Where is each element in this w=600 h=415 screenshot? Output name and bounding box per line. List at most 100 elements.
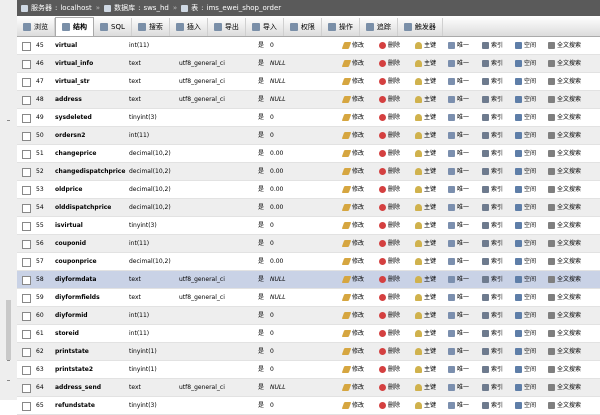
drop-link[interactable]: 删除 [379,343,400,360]
fulltext-link[interactable]: 全文搜索 [548,307,581,324]
table-row[interactable]: 45 virtual int(11) 是 0 修改 删除 主键 唯一 索引 空间 全文搜索 [17,37,600,55]
unique-link[interactable]: 唯一 [448,145,469,162]
edit-link[interactable]: 修改 [341,181,364,198]
table-row[interactable]: 51 changeprice decimal(10,2) 是 0.00 修改 删除 主键 唯一 索… [17,145,600,163]
index-link[interactable]: 索引 [482,37,503,54]
row-checkbox[interactable] [22,186,31,195]
table-row[interactable]: 61 storeid int(11) 是 0 修改 删除 主键 唯一 索引 空间 全文搜索 [17,325,600,343]
row-checkbox[interactable] [22,366,31,375]
edit-link[interactable]: 修改 [341,145,364,162]
spatial-link[interactable]: 空间 [515,109,536,126]
tab-import[interactable]: 导入 [246,18,284,36]
drop-link[interactable]: 删除 [379,289,400,306]
tab-browse[interactable]: 浏览 [17,18,55,36]
spatial-link[interactable]: 空间 [515,325,536,342]
index-link[interactable]: 索引 [482,271,503,288]
fulltext-link[interactable]: 全文搜索 [548,379,581,396]
edit-link[interactable]: 修改 [341,271,364,288]
primary-key-link[interactable]: 主键 [415,379,436,396]
breadcrumb-server-name[interactable]: localhost [60,4,91,12]
row-checkbox[interactable] [22,330,31,339]
row-checkbox[interactable] [22,42,31,51]
fulltext-link[interactable]: 全文搜索 [548,91,581,108]
drop-link[interactable]: 删除 [379,163,400,180]
table-row[interactable]: 63 printstate2 tinyint(1) 是 0 修改 删除 主键 唯一 索引 空间 全文搜… [17,361,600,379]
breadcrumb-database[interactable]: 数据库: sws_hd [104,3,169,13]
tab-structure[interactable]: 结构 [55,17,94,36]
spatial-link[interactable]: 空间 [515,145,536,162]
row-checkbox[interactable] [22,78,31,87]
breadcrumb-table[interactable]: 表: ims_ewei_shop_order [181,3,281,13]
unique-link[interactable]: 唯一 [448,127,469,144]
primary-key-link[interactable]: 主键 [415,55,436,72]
drop-link[interactable]: 删除 [379,271,400,288]
fulltext-link[interactable]: 全文搜索 [548,235,581,252]
index-link[interactable]: 索引 [482,145,503,162]
spatial-link[interactable]: 空间 [515,127,536,144]
table-row[interactable]: 59 diyformfields text utf8_general_ci 是 NULL 修… [17,289,600,307]
fulltext-link[interactable]: 全文搜索 [548,55,581,72]
index-link[interactable]: 索引 [482,181,503,198]
index-link[interactable]: 索引 [482,91,503,108]
unique-link[interactable]: 唯一 [448,289,469,306]
edit-link[interactable]: 修改 [341,55,364,72]
spatial-link[interactable]: 空间 [515,163,536,180]
primary-key-link[interactable]: 主键 [415,343,436,360]
index-link[interactable]: 索引 [482,379,503,396]
drop-link[interactable]: 删除 [379,181,400,198]
fulltext-link[interactable]: 全文搜索 [548,253,581,270]
drop-link[interactable]: 删除 [379,199,400,216]
fulltext-link[interactable]: 全文搜索 [548,271,581,288]
primary-key-link[interactable]: 主键 [415,361,436,378]
drop-link[interactable]: 删除 [379,145,400,162]
index-link[interactable]: 索引 [482,235,503,252]
spatial-link[interactable]: 空间 [515,235,536,252]
primary-key-link[interactable]: 主键 [415,109,436,126]
row-checkbox[interactable] [22,222,31,231]
edit-link[interactable]: 修改 [341,379,364,396]
tab-triggers[interactable]: 触发器 [398,18,443,36]
index-link[interactable]: 索引 [482,73,503,90]
drop-link[interactable]: 删除 [379,379,400,396]
unique-link[interactable]: 唯一 [448,163,469,180]
index-link[interactable]: 索引 [482,289,503,306]
primary-key-link[interactable]: 主键 [415,325,436,342]
row-checkbox[interactable] [22,204,31,213]
primary-key-link[interactable]: 主键 [415,271,436,288]
table-row[interactable]: 50 ordersn2 int(11) 是 0 修改 删除 主键 唯一 索引 空间 全文搜索 [17,127,600,145]
tab-export[interactable]: 导出 [208,18,246,36]
table-row[interactable]: 55 isvirtual tinyint(3) 是 0 修改 删除 主键 唯一 索引 空间 全文搜索 [17,217,600,235]
primary-key-link[interactable]: 主键 [415,163,436,180]
drop-link[interactable]: 删除 [379,37,400,54]
edit-link[interactable]: 修改 [341,325,364,342]
table-row[interactable]: 49 sysdeleted tinyint(3) 是 0 修改 删除 主键 唯一 索引 空间 全文搜索 [17,109,600,127]
row-checkbox[interactable] [22,384,31,393]
index-link[interactable]: 索引 [482,199,503,216]
unique-link[interactable]: 唯一 [448,325,469,342]
primary-key-link[interactable]: 主键 [415,235,436,252]
spatial-link[interactable]: 空间 [515,379,536,396]
edit-link[interactable]: 修改 [341,307,364,324]
index-link[interactable]: 索引 [482,163,503,180]
unique-link[interactable]: 唯一 [448,217,469,234]
tab-operations[interactable]: 操作 [322,18,360,36]
unique-link[interactable]: 唯一 [448,91,469,108]
spatial-link[interactable]: 空间 [515,361,536,378]
breadcrumb-server[interactable]: 服务器: localhost [21,3,92,13]
fulltext-link[interactable]: 全文搜索 [548,343,581,360]
index-link[interactable]: 索引 [482,325,503,342]
row-checkbox[interactable] [22,276,31,285]
table-row[interactable]: 58 diyformdata text utf8_general_ci 是 NULL 修改 删… [17,271,600,289]
fulltext-link[interactable]: 全文搜索 [548,181,581,198]
index-link[interactable]: 索引 [482,361,503,378]
spatial-link[interactable]: 空间 [515,181,536,198]
row-checkbox[interactable] [22,402,31,411]
fulltext-link[interactable]: 全文搜索 [548,289,581,306]
fulltext-link[interactable]: 全文搜索 [548,37,581,54]
primary-key-link[interactable]: 主键 [415,217,436,234]
table-row[interactable]: 48 address text utf8_general_ci 是 NULL 修改 删除 主键 唯… [17,91,600,109]
row-checkbox[interactable] [22,96,31,105]
fulltext-link[interactable]: 全文搜索 [548,361,581,378]
index-link[interactable]: 索引 [482,55,503,72]
tab-sql[interactable]: SQL [94,18,132,36]
